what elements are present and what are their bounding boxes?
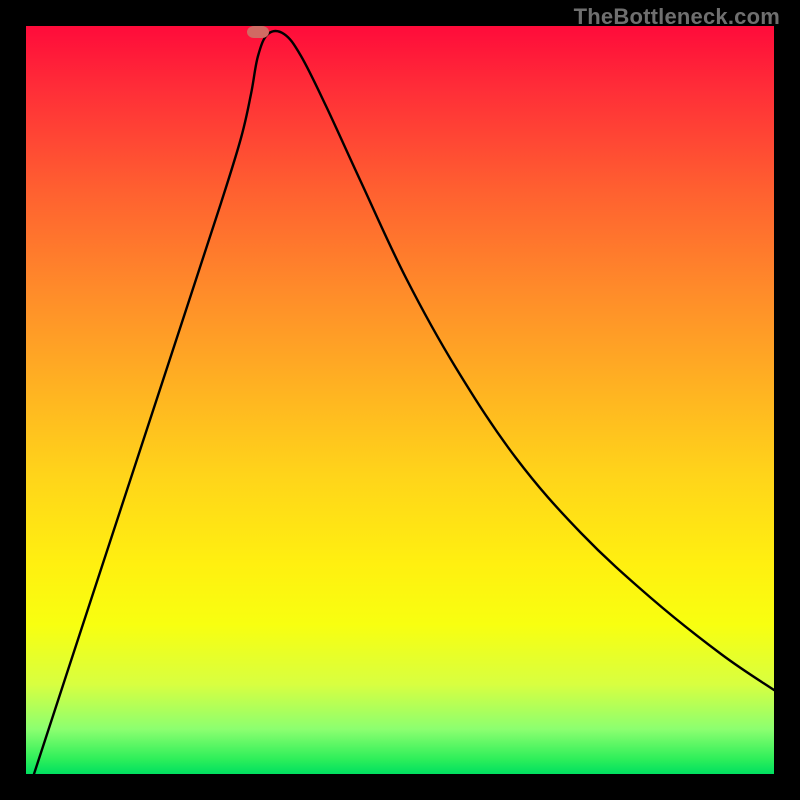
bottleneck-curve (26, 26, 774, 774)
watermark-text: TheBottleneck.com (574, 4, 780, 30)
optimal-point-marker (247, 26, 269, 38)
chart-plot-area (26, 26, 774, 774)
